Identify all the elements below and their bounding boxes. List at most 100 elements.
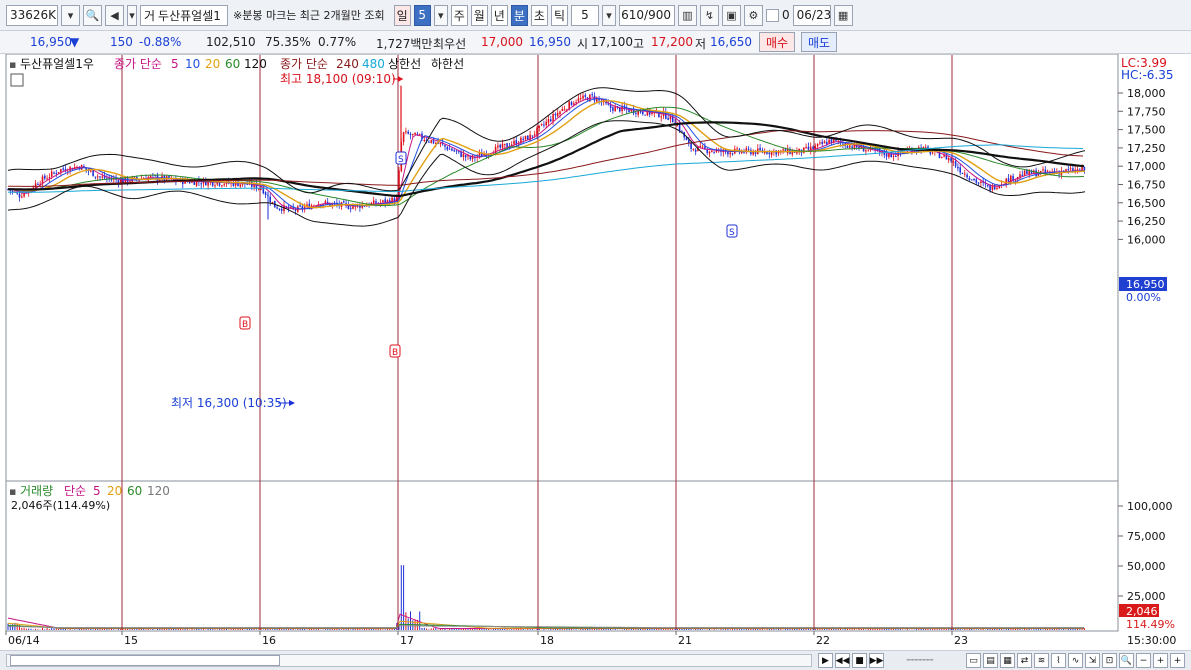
stock-code-input[interactable]: 33626K xyxy=(6,4,58,26)
candle-body xyxy=(1081,167,1083,171)
period-week-button[interactable]: 주 xyxy=(450,4,468,26)
legend-ma120: 120 xyxy=(244,57,267,71)
candle-body xyxy=(973,178,975,181)
scale-icon[interactable]: ⇲ xyxy=(1085,653,1100,668)
buy-mark-label: B xyxy=(392,348,398,358)
sell-button[interactable]: 매도 xyxy=(801,32,838,52)
zoom-in-search-icon[interactable]: 🔍 xyxy=(1119,653,1134,668)
period-tick-button[interactable]: 틱 xyxy=(550,4,568,26)
indicator-icon[interactable]: ↯ xyxy=(699,4,719,26)
stop-icon[interactable]: ■ xyxy=(852,653,867,668)
turnover-pct: 0.77% xyxy=(318,35,357,49)
candle-body xyxy=(382,200,384,203)
zoom-out-icon[interactable]: − xyxy=(1136,653,1151,668)
date-axis-label: 18 xyxy=(540,634,554,647)
play-back-icon[interactable]: ◀◀ xyxy=(835,653,850,668)
period-month-button[interactable]: 월 xyxy=(470,4,488,26)
zoom-step-icon[interactable]: + xyxy=(1153,653,1168,668)
period-dropdown-icon[interactable]: ▾ xyxy=(433,4,448,26)
period-minute-button[interactable]: 분 xyxy=(510,4,528,26)
chart-type-icon[interactable]: ≋ xyxy=(1034,653,1049,668)
candle-body xyxy=(464,155,467,158)
candle-body xyxy=(269,196,271,203)
zoom-bar-icon[interactable]: ▭ xyxy=(966,653,981,668)
candle-body xyxy=(478,153,481,156)
table-icon[interactable]: ▦ xyxy=(1000,653,1015,668)
scroll-right-icon[interactable]: ▶ xyxy=(818,653,833,668)
layout-icon[interactable]: ▤ xyxy=(983,653,998,668)
volume-axis-label: 50,000 xyxy=(1127,560,1166,573)
chart-area[interactable]: B B S S ▪ 두산퓨얼셀1우 종가 단순 5 10 20 60 120 종가 단… xyxy=(0,53,1191,650)
date-axis-label: 22 xyxy=(816,634,830,647)
candle-body xyxy=(444,144,446,147)
date-value: 06/23 xyxy=(796,8,832,22)
gear-icon[interactable]: ⚙ xyxy=(743,4,763,26)
volume-legend-ma20: 20 xyxy=(107,484,122,498)
volume-pct-text: 114.49% xyxy=(1126,618,1175,631)
candle-body xyxy=(349,208,352,210)
candle-body xyxy=(690,142,692,149)
speed-slider[interactable]: ┈┈┈┈┈ xyxy=(890,653,950,668)
wave-icon[interactable]: ∿ xyxy=(1068,653,1083,668)
price-axis-label: 16,250 xyxy=(1127,215,1166,228)
sound-icon[interactable]: ◀ xyxy=(105,4,124,26)
down-arrow-icon: ▼ xyxy=(70,35,80,49)
candle-body xyxy=(582,95,584,99)
candle-body xyxy=(954,161,957,167)
legend-stock-name: 두산퓨얼셀1우 xyxy=(20,57,94,71)
price-chart-svg[interactable]: B B S S ▪ 두산퓨얼셀1우 종가 단순 5 10 20 60 120 종가 단… xyxy=(0,53,1191,650)
legend-ma240: 240 xyxy=(336,57,359,71)
candle-body xyxy=(642,111,644,114)
candle-body xyxy=(34,183,37,188)
candle-body xyxy=(975,179,978,183)
checkbox-label: 0 xyxy=(781,8,790,22)
candle-body xyxy=(819,142,821,144)
search-icon[interactable]: 🔍 xyxy=(83,4,102,26)
candle-body xyxy=(644,114,646,116)
candle-body xyxy=(931,152,934,154)
grid-toggle-icon[interactable] xyxy=(10,73,24,87)
date-input[interactable]: 06/23 xyxy=(792,4,832,26)
chart-tool-icon[interactable]: ▥ xyxy=(677,4,697,26)
volume-pct: 75.35% xyxy=(265,35,311,49)
candle-body xyxy=(1021,174,1024,177)
candle-body xyxy=(823,141,826,144)
candle-body xyxy=(18,193,21,198)
minimize-icon[interactable]: ⊡ xyxy=(1102,653,1117,668)
period-day-count[interactable]: 5 xyxy=(413,4,431,26)
count-input[interactable]: 610 /900 xyxy=(618,4,675,26)
candle-body xyxy=(48,177,51,179)
period-second-button[interactable]: 초 xyxy=(530,4,548,26)
save-icon[interactable]: ▣ xyxy=(721,4,741,26)
buy-button[interactable]: 매수 xyxy=(759,32,796,52)
calendar-icon[interactable]: ▦ xyxy=(833,4,853,26)
volume-axis-label: 25,000 xyxy=(1127,590,1166,603)
candle-body xyxy=(550,119,552,122)
interval-dropdown-icon[interactable]: ▾ xyxy=(601,4,616,26)
low-price: 16,650 xyxy=(710,35,752,49)
code-dropdown-icon[interactable]: ▾ xyxy=(61,4,80,26)
stock-dropdown-icon[interactable]: ▾ xyxy=(127,4,137,26)
candle-body xyxy=(218,183,221,186)
candle-body xyxy=(223,184,225,186)
legend-close-simple: 종가 단순 xyxy=(114,57,162,71)
count-value: 610 xyxy=(621,8,645,22)
play-forward-icon[interactable]: ▶▶ xyxy=(869,653,884,668)
checkbox[interactable] xyxy=(765,8,779,22)
candle-body xyxy=(612,107,614,111)
best-label: 최우선 xyxy=(433,37,467,51)
candle-body xyxy=(94,176,97,178)
candle-body xyxy=(276,207,278,209)
compare-icon[interactable]: ⇄ xyxy=(1017,653,1032,668)
candle-body xyxy=(950,158,952,161)
stock-name-prefix: 거 xyxy=(144,8,156,23)
scroll-thumb[interactable] xyxy=(10,655,280,666)
stock-name-field[interactable]: 거 두산퓨얼셀1 xyxy=(140,4,228,26)
expand-icon[interactable]: + xyxy=(1170,653,1185,668)
draw-icon[interactable]: ⌇ xyxy=(1051,653,1066,668)
candle-body xyxy=(814,145,817,149)
period-year-button[interactable]: 년 xyxy=(490,4,508,26)
buy-mark-label: B xyxy=(242,320,248,330)
interval-input[interactable]: 5 xyxy=(570,4,599,26)
period-day-button[interactable]: 일 xyxy=(393,4,411,26)
